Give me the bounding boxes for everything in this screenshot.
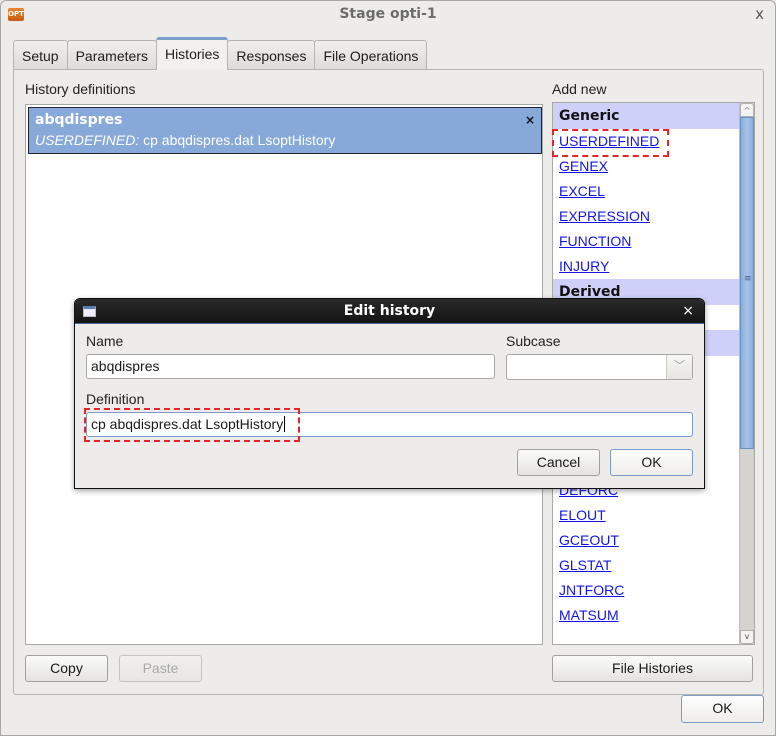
subcase-select[interactable]: ﹀	[506, 354, 693, 380]
scroll-grip-icon: ≡	[744, 274, 752, 284]
tab-responses[interactable]: Responses	[227, 40, 316, 70]
dialog-close-button[interactable]: ×	[682, 303, 694, 319]
add-matsum-link[interactable]: MATSUM	[559, 607, 619, 623]
tab-file-operations[interactable]: File Operations	[314, 40, 428, 70]
text-caret	[284, 416, 286, 432]
add-excel-link[interactable]: EXCEL	[559, 183, 605, 199]
history-item-command: cp abqdispres.dat LsoptHistory	[143, 132, 336, 148]
definition-input[interactable]: cp abqdispres.dat LsoptHistory	[86, 412, 693, 437]
ok-button[interactable]: OK	[681, 695, 764, 723]
tab-parameters[interactable]: Parameters	[66, 40, 157, 70]
name-input[interactable]: abqdispres	[86, 354, 495, 379]
add-elout-link[interactable]: ELOUT	[559, 507, 606, 523]
window-title: Stage opti-1	[339, 6, 437, 22]
add-new-label: Add new	[552, 81, 607, 97]
title-bar: OPT Stage opti-1 x	[1, 1, 775, 29]
add-function-link[interactable]: FUNCTION	[559, 233, 631, 249]
history-item-name: abqdispres	[35, 112, 123, 128]
add-gceout-link[interactable]: GCEOUT	[559, 532, 619, 548]
remove-history-icon[interactable]: ×	[525, 113, 535, 127]
tab-setup[interactable]: Setup	[13, 40, 68, 70]
paste-button[interactable]: Paste	[119, 655, 202, 682]
add-userdefined-link[interactable]: USERDEFINED	[559, 133, 659, 149]
edit-history-dialog: Edit history × Name abqdispres Subcase ﹀…	[74, 298, 705, 489]
add-new-scrollbar[interactable]: ^ ≡ v	[739, 103, 754, 644]
category-generic: Generic	[553, 103, 739, 129]
dialog-title: Edit history	[343, 303, 436, 319]
name-label: Name	[86, 333, 124, 349]
dialog-title-bar: Edit history ×	[75, 299, 704, 324]
add-expression-link[interactable]: EXPRESSION	[559, 208, 650, 224]
dialog-ok-button[interactable]: OK	[610, 449, 693, 476]
definition-label: Definition	[86, 391, 145, 407]
window-close-button[interactable]: x	[755, 5, 764, 23]
scrollbar-thumb[interactable]: ≡	[740, 117, 754, 449]
tab-bar: Setup Parameters Histories Responses Fil…	[13, 37, 428, 70]
history-item[interactable]: abqdispres USERDEFINED: cp abqdispres.da…	[28, 107, 542, 154]
file-histories-button[interactable]: File Histories	[552, 655, 753, 682]
chevron-down-icon[interactable]: ﹀	[666, 355, 692, 379]
history-item-definition: USERDEFINED: cp abqdispres.dat LsoptHist…	[35, 132, 335, 148]
subcase-label: Subcase	[506, 333, 561, 349]
add-glstat-link[interactable]: GLSTAT	[559, 557, 611, 573]
tab-histories[interactable]: Histories	[155, 37, 229, 70]
copy-button[interactable]: Copy	[25, 655, 108, 682]
dialog-cancel-button[interactable]: Cancel	[517, 449, 600, 476]
scroll-down-icon[interactable]: v	[740, 630, 754, 644]
history-item-type: USERDEFINED:	[35, 132, 140, 148]
definition-value: cp abqdispres.dat LsoptHistory	[91, 416, 284, 432]
add-genex-link[interactable]: GENEX	[559, 158, 608, 174]
scroll-up-icon[interactable]: ^	[740, 103, 754, 117]
add-injury-link[interactable]: INJURY	[559, 258, 609, 274]
add-jntforc-link[interactable]: JNTFORC	[559, 582, 624, 598]
history-definitions-label: History definitions	[25, 81, 136, 97]
